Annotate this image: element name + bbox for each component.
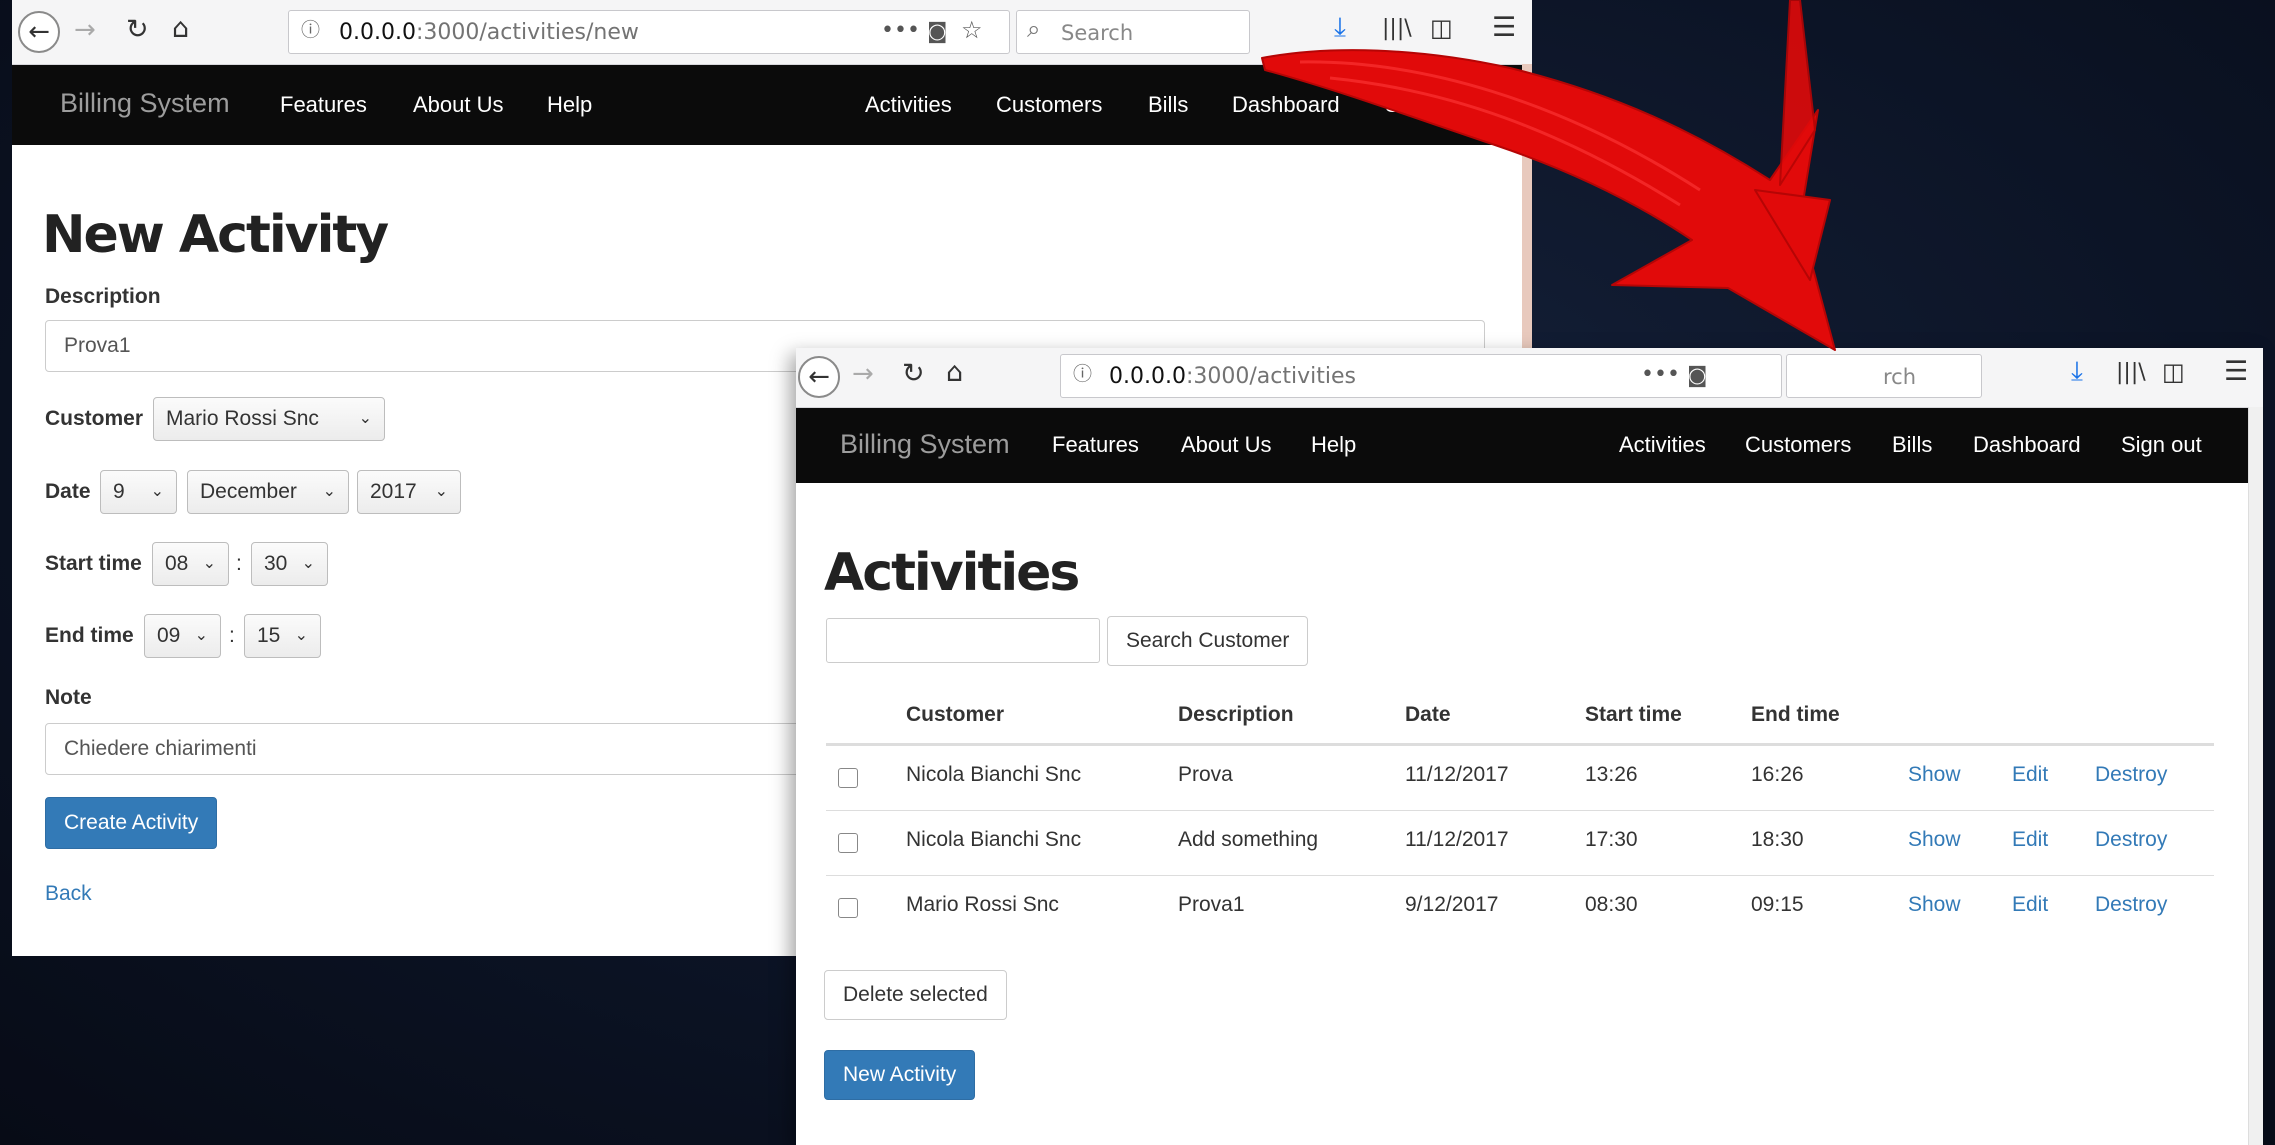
red-arrow-annotation	[1261, 0, 1836, 351]
